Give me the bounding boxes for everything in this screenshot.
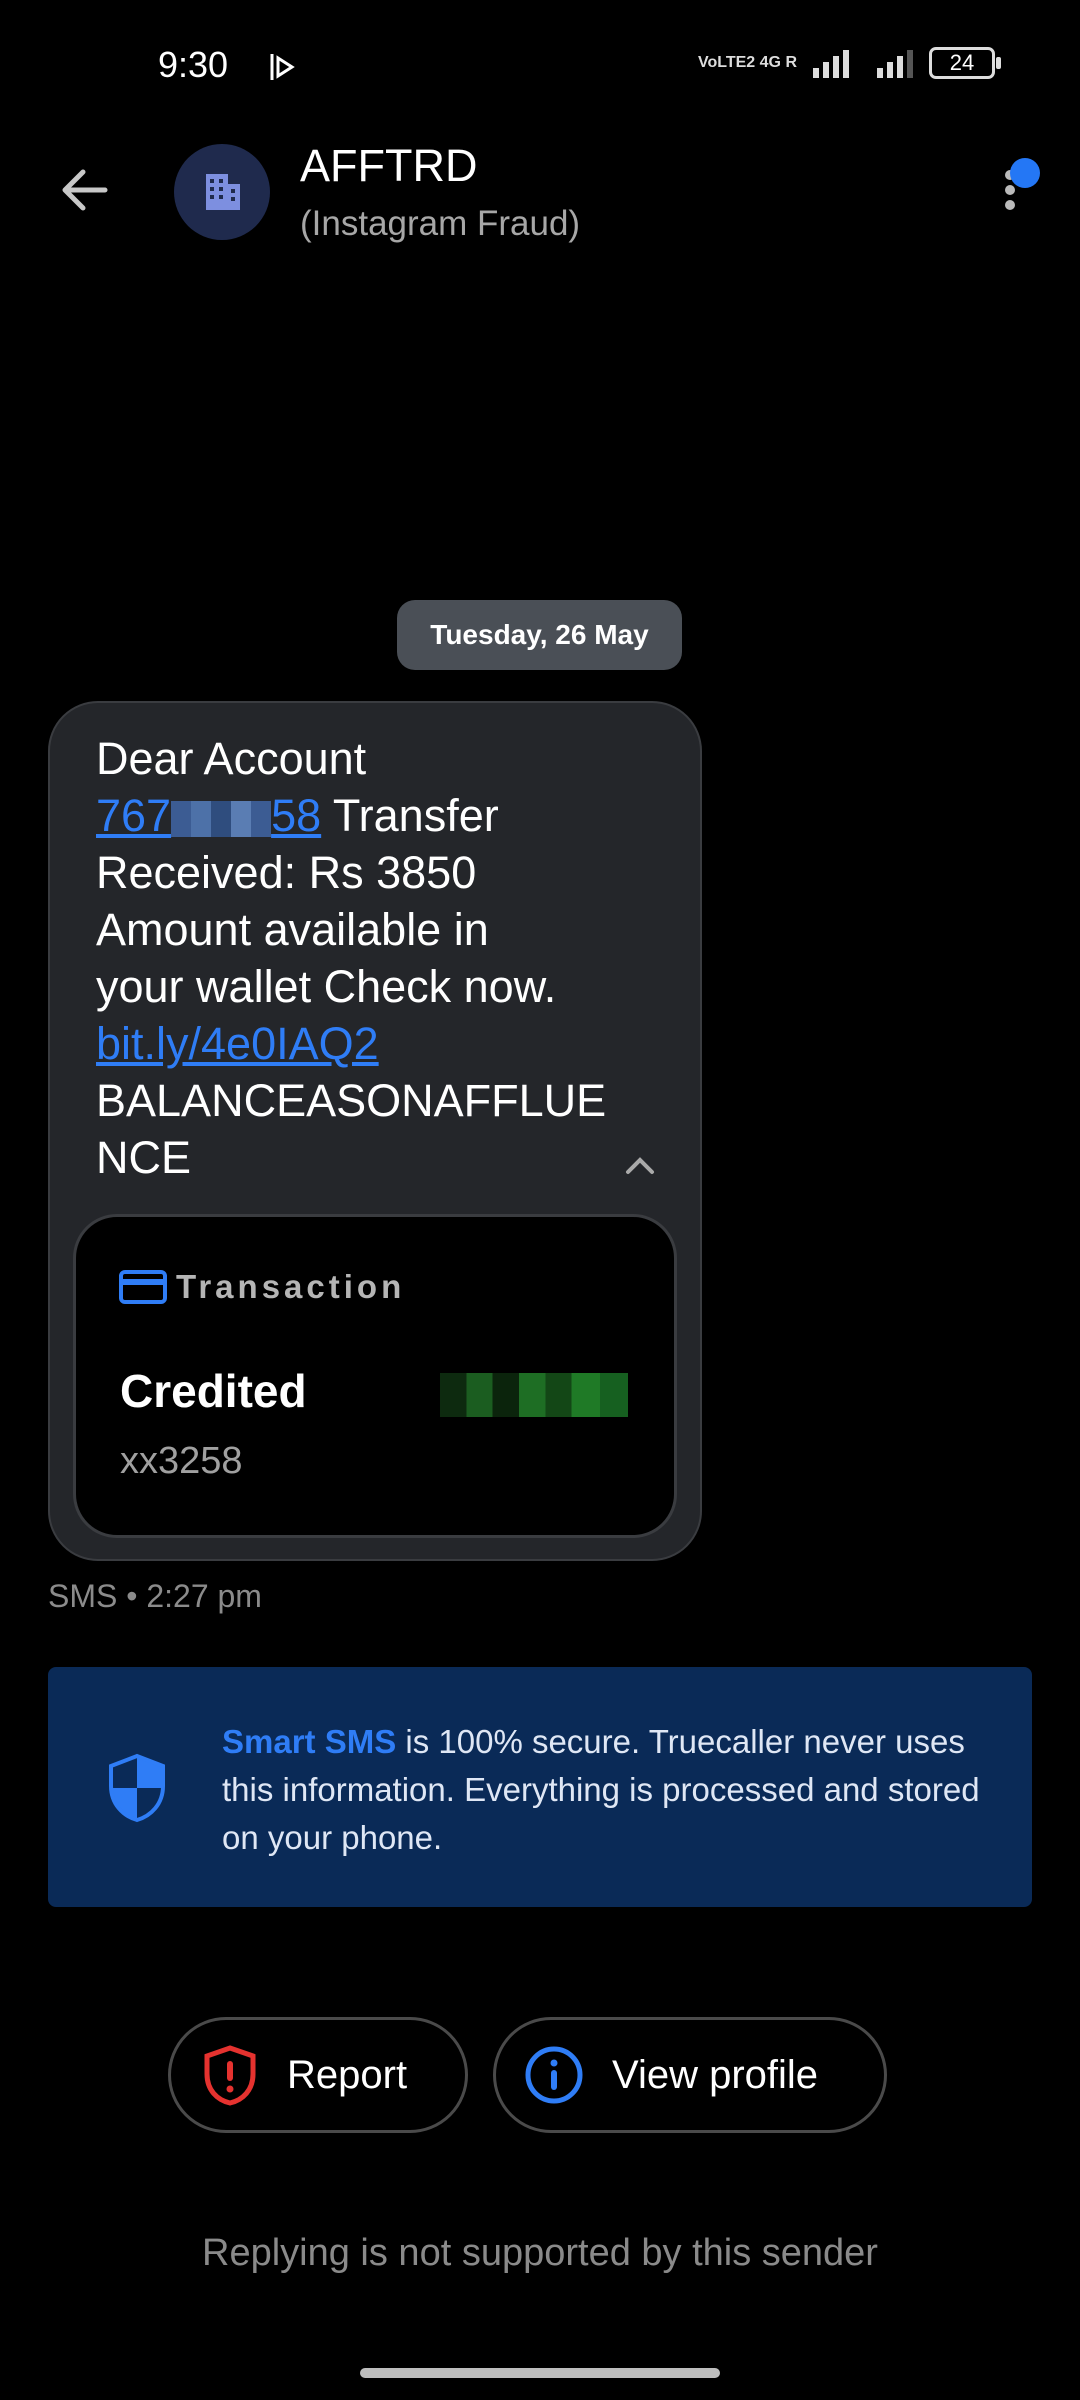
message-line: Transfer <box>321 790 499 841</box>
transaction-account: xx3258 <box>120 1440 243 1482</box>
back-arrow-icon[interactable] <box>55 160 115 220</box>
message-line: Amount available in <box>96 904 489 955</box>
home-indicator[interactable] <box>360 2368 720 2378</box>
shield-icon <box>105 1752 169 1824</box>
transaction-status: Credited <box>120 1365 307 1417</box>
redacted-amount <box>440 1373 628 1417</box>
avatar[interactable] <box>174 144 270 240</box>
message-line: NCE <box>96 1132 192 1183</box>
view-profile-label: View profile <box>612 2052 819 2097</box>
chevron-up-icon[interactable] <box>620 1150 660 1180</box>
info-icon <box>525 2046 583 2104</box>
message-line: Received: Rs 3850 <box>96 847 477 898</box>
notification-badge <box>1010 158 1040 188</box>
date-separator: Tuesday, 26 May <box>397 600 682 670</box>
report-label: Report <box>287 2052 408 2097</box>
report-shield-icon <box>204 2045 256 2106</box>
message-line: Dear Account <box>96 733 367 784</box>
credit-card-icon <box>119 1270 167 1304</box>
smart-sms-text: Smart SMS is 100% secure. Truecaller nev… <box>222 1718 982 1862</box>
sender-name: AFFTRD <box>300 140 478 191</box>
reply-disabled-note: Replying is not supported by this sender <box>202 2232 878 2274</box>
status-time: 9:30 <box>158 44 229 85</box>
view-profile-button[interactable]: View profile <box>493 2017 887 2133</box>
status-icons: VoLTE2 4G R 24 <box>698 46 1001 80</box>
message-line: 767 58 Transfer <box>96 787 636 844</box>
transaction-title: Transaction <box>176 1268 406 1305</box>
message-line: BALANCEASONAFFLUE <box>96 1075 607 1126</box>
account-number-link[interactable]: 767 58 <box>96 790 321 841</box>
report-button[interactable]: Report <box>168 2017 468 2133</box>
message-link[interactable]: bit.ly/4e0IAQ2 <box>96 1015 636 1072</box>
signal-icon <box>813 50 849 78</box>
message-text: Dear Account 767 58 Transfer Received: Rs… <box>96 730 636 1186</box>
message-line: your wallet Check now. <box>96 961 557 1012</box>
network-label: VoLTE2 4G R <box>698 54 797 71</box>
building-icon <box>206 174 240 210</box>
battery-icon: 24 <box>929 47 1001 79</box>
message-meta: SMS • 2:27 pm <box>48 1578 262 1614</box>
redacted-block <box>171 801 272 838</box>
smart-sms-brand: Smart SMS <box>222 1723 397 1760</box>
signal-icon-2 <box>877 50 913 78</box>
sender-label: (Instagram Fraud) <box>300 204 581 243</box>
cast-icon <box>268 50 302 89</box>
